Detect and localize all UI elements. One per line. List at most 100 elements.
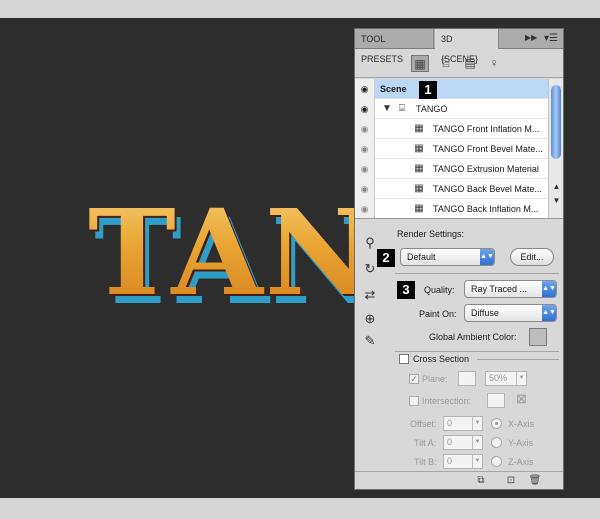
zoom-tool-icon[interactable]: ⊕ bbox=[359, 309, 381, 329]
pan-tool-icon[interactable]: ⇄ bbox=[359, 285, 381, 305]
material-icon: ▦ bbox=[414, 203, 424, 214]
tilt-a-label: Tilt A: bbox=[414, 438, 437, 448]
scene-list-scrollbar[interactable]: ▲ ▼ bbox=[548, 79, 563, 218]
light-bulb-icon[interactable]: ♀ bbox=[485, 55, 503, 72]
tab-tool-presets[interactable]: TOOL PRESETS bbox=[355, 29, 434, 64]
x-axis-label: X-Axis bbox=[508, 419, 535, 429]
intersection-color-swatch[interactable] bbox=[487, 393, 505, 408]
new-item-icon[interactable]: ⊡ bbox=[503, 474, 519, 488]
select-arrow-icon: ▲▼ bbox=[542, 305, 556, 321]
render-preset-value: Default bbox=[407, 252, 436, 262]
panel-menu-icon[interactable]: ▾☰ bbox=[543, 32, 559, 45]
mesh-icon: ⌸ bbox=[399, 103, 405, 114]
list-item-scene[interactable]: ◉ Scene bbox=[355, 79, 548, 99]
trash-icon[interactable]: 🗑 bbox=[527, 474, 543, 488]
scene-toolbar: ▦ ⌸ ▤ ♀ bbox=[355, 50, 563, 78]
render-preset-select[interactable]: Default ▲▼ bbox=[400, 248, 495, 266]
cross-section-label: Cross Section bbox=[413, 354, 470, 364]
scrollbar-thumb[interactable] bbox=[551, 85, 561, 159]
quality-select[interactable]: Ray Traced ... ▲▼ bbox=[464, 280, 557, 298]
material-icon: ▦ bbox=[414, 163, 424, 174]
z-axis-radio[interactable] bbox=[491, 456, 502, 467]
panel-footer: ⧉ ⊡ 🗑 bbox=[355, 471, 563, 489]
eye-icon[interactable]: ◉ bbox=[355, 199, 375, 218]
list-item-label: TANGO bbox=[416, 104, 448, 114]
eye-icon[interactable]: ◉ bbox=[355, 99, 375, 119]
list-item-material[interactable]: ◉ ▦ TANGO Back Bevel Mate... bbox=[355, 179, 548, 199]
x-axis-radio[interactable] bbox=[491, 418, 502, 429]
y-axis-radio[interactable] bbox=[491, 437, 502, 448]
plane-color-swatch[interactable] bbox=[458, 371, 476, 386]
offset-value: 0 bbox=[447, 418, 453, 428]
double-chevron-icon[interactable]: ▶▶ bbox=[525, 33, 539, 45]
panel-tab-bar: TOOL PRESETS 3D {SCENE} ▶▶ ▾☰ bbox=[355, 29, 563, 64]
tilt-b-field[interactable]: 0 ▼ bbox=[443, 454, 483, 469]
divider bbox=[395, 273, 559, 274]
list-item-label: TANGO Back Bevel Mate... bbox=[433, 184, 542, 194]
z-axis-label: Z-Axis bbox=[508, 457, 534, 467]
paint-on-value: Diffuse bbox=[471, 308, 499, 318]
eye-icon[interactable]: ◉ bbox=[355, 79, 375, 99]
toggle-ground-plane-icon[interactable]: ⧉ bbox=[473, 474, 489, 488]
eye-icon[interactable]: ◉ bbox=[355, 119, 375, 139]
light-tool-icon[interactable]: ✎ bbox=[359, 331, 381, 351]
tango-3d-text-artwork: TANGO TANGO TANGO bbox=[88, 178, 358, 328]
eye-icon[interactable]: ◉ bbox=[355, 139, 375, 159]
list-item-material[interactable]: ◉ ▦ TANGO Front Inflation M... bbox=[355, 119, 548, 139]
global-ambient-label: Global Ambient Color: bbox=[429, 332, 517, 342]
tilt-a-value: 0 bbox=[447, 437, 453, 447]
offset-label: Offset: bbox=[410, 419, 437, 429]
y-axis-label: Y-Axis bbox=[508, 438, 534, 448]
materials-icon[interactable]: ▤ bbox=[461, 55, 479, 72]
plane-opacity-value: 50% bbox=[489, 373, 508, 383]
scene-list: ◉ Scene ◉ ▼ ⌸ TANGO ◉ ▦ TANGO Front Infl… bbox=[355, 79, 563, 219]
callout-badge-3: 3 bbox=[397, 281, 415, 299]
expand-triangle-icon[interactable]: ▼ bbox=[381, 103, 393, 115]
plane-checkbox[interactable]: ✓ bbox=[409, 374, 419, 384]
eye-icon[interactable]: ◉ bbox=[355, 179, 375, 199]
tilt-a-field[interactable]: 0 ▼ bbox=[443, 435, 483, 450]
scroll-down-arrow-icon[interactable]: ▼ bbox=[549, 195, 563, 207]
edit-render-settings-button[interactable]: Edit... bbox=[510, 248, 554, 266]
eye-icon[interactable]: ◉ bbox=[355, 159, 375, 179]
scene-icon[interactable]: ▦ bbox=[411, 55, 429, 72]
list-item-material[interactable]: ◉ ▦ TANGO Front Bevel Mate... bbox=[355, 139, 548, 159]
dropdown-arrow-icon: ▼ bbox=[472, 455, 482, 468]
list-item-material[interactable]: ◉ ▦ TANGO Extrusion Material bbox=[355, 159, 548, 179]
paint-on-select[interactable]: Diffuse ▲▼ bbox=[464, 304, 557, 322]
callout-badge-1: 1 bbox=[419, 81, 437, 99]
list-item-material[interactable]: ◉ ▦ TANGO Back Inflation M... bbox=[355, 199, 548, 218]
intersection-checkbox[interactable] bbox=[409, 396, 419, 406]
paint-on-label: Paint On: bbox=[419, 309, 457, 319]
list-item-label: TANGO Extrusion Material bbox=[433, 164, 539, 174]
offset-field[interactable]: 0 ▼ bbox=[443, 416, 483, 431]
quality-label: Quality: bbox=[424, 285, 455, 295]
ambient-color-swatch[interactable] bbox=[529, 328, 547, 346]
tilt-b-label: Tilt B: bbox=[414, 457, 437, 467]
intersection-label: Intersection: bbox=[422, 396, 472, 406]
list-item-label: TANGO Back Inflation M... bbox=[433, 204, 539, 214]
scroll-up-arrow-icon[interactable]: ▲ bbox=[549, 181, 563, 193]
list-item-label: TANGO Front Bevel Mate... bbox=[433, 144, 543, 154]
tilt-b-value: 0 bbox=[447, 456, 453, 466]
quality-value: Ray Traced ... bbox=[471, 284, 528, 294]
dropdown-arrow-icon: ▼ bbox=[472, 417, 482, 430]
list-item-label: TANGO Front Inflation M... bbox=[433, 124, 540, 134]
3d-scene-panel: TOOL PRESETS 3D {SCENE} ▶▶ ▾☰ ▦ ⌸ ▤ ♀ ◉ … bbox=[354, 28, 564, 490]
plane-opacity-field[interactable]: 50% ▼ bbox=[485, 371, 527, 386]
select-arrow-icon: ▲▼ bbox=[542, 281, 556, 297]
select-arrow-icon: ▲▼ bbox=[480, 249, 494, 265]
material-icon: ▦ bbox=[414, 183, 424, 194]
list-item-label: Scene bbox=[380, 84, 407, 94]
mesh-icon[interactable]: ⌸ bbox=[437, 55, 455, 72]
list-item-mesh[interactable]: ◉ ▼ ⌸ TANGO bbox=[355, 99, 548, 119]
tango-face-layer: TANGO bbox=[88, 178, 358, 328]
cross-section-checkbox[interactable] bbox=[399, 354, 409, 364]
flip-cross-section-icon[interactable]: ⊠ bbox=[516, 391, 527, 407]
callout-badge-2: 2 bbox=[377, 249, 395, 267]
render-settings-heading: Render Settings: bbox=[397, 229, 465, 239]
dropdown-arrow-icon: ▼ bbox=[472, 436, 482, 449]
plane-label: Plane: bbox=[422, 374, 448, 384]
tab-3d-scene[interactable]: 3D {SCENE} bbox=[435, 29, 499, 64]
material-icon: ▦ bbox=[414, 143, 424, 154]
